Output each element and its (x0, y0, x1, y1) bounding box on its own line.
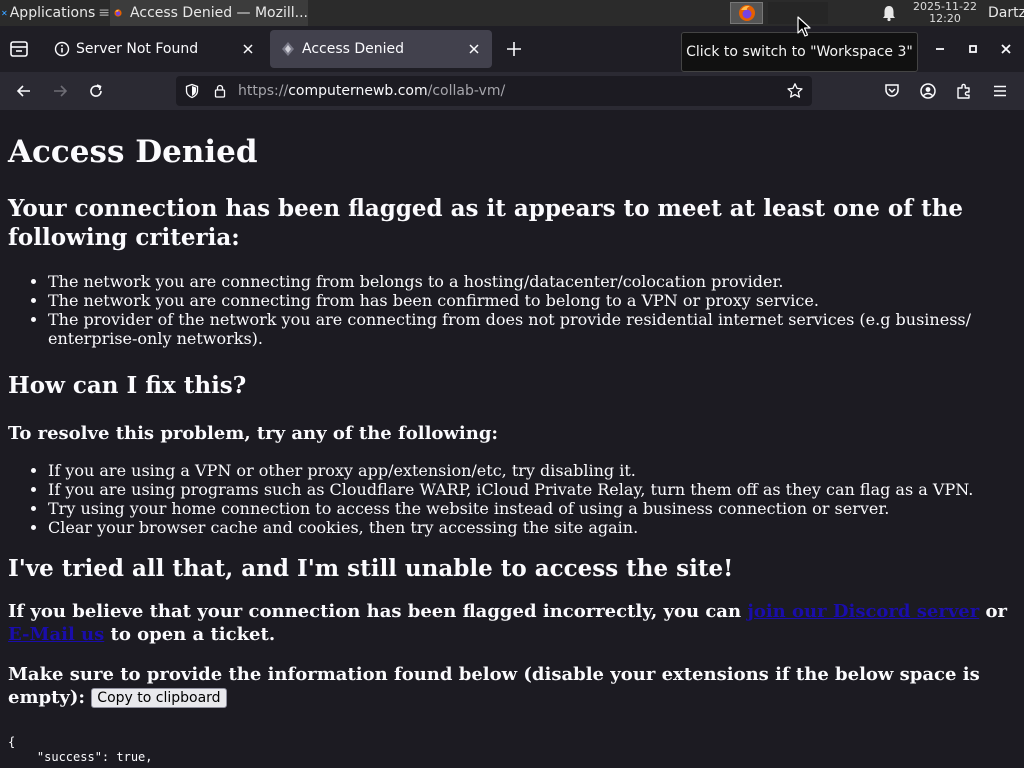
back-arrow-icon[interactable] (15, 82, 33, 100)
close-icon[interactable] (240, 41, 256, 57)
list-item: Clear your browser cache and cookies, th… (48, 518, 1016, 537)
list-item: If you are using programs such as Cloudf… (48, 480, 1016, 499)
notification-bell-icon[interactable] (880, 4, 898, 22)
extensions-puzzle-icon[interactable] (955, 82, 973, 100)
workspace-tooltip: Click to switch to "Workspace 3" (681, 32, 918, 72)
tracking-protection-shield-icon[interactable] (184, 83, 200, 99)
ticket-text: to open a ticket. (104, 624, 276, 645)
reload-icon[interactable] (87, 82, 105, 100)
list-item: The provider of the network you are conn… (48, 310, 1016, 348)
workspace-1-button[interactable] (730, 2, 763, 24)
mouse-cursor-icon (797, 16, 811, 37)
clock[interactable]: 2025-11-22 12:20 (908, 1, 982, 25)
page-title: Access Denied (8, 134, 258, 170)
firefox-view-icon[interactable] (8, 39, 30, 59)
fix-list: If you are using a VPN or other proxy ap… (48, 461, 1016, 537)
url-scheme: https:// (238, 83, 289, 99)
close-icon[interactable] (466, 41, 482, 57)
applications-label: Applications (9, 5, 96, 21)
tab-title: Server Not Found (76, 41, 199, 57)
connection-info-json: { "success": true, (8, 735, 153, 764)
list-item: If you are using a VPN or other proxy ap… (48, 461, 1016, 480)
taskbar-firefox-window[interactable]: Access Denied — Mozill... (110, 0, 308, 26)
tab-title: Access Denied (302, 41, 405, 57)
or-text: or (979, 601, 1007, 622)
provide-info-paragraph: Make sure to provide the information fou… (8, 663, 1016, 709)
new-tab-plus-icon[interactable] (504, 39, 524, 59)
list-item: Try using your home connection to access… (48, 499, 1016, 518)
hamburger-menu-icon[interactable] (991, 82, 1009, 100)
tried-heading: I've tried all that, and I'm still unabl… (8, 555, 734, 582)
account-icon[interactable] (919, 82, 937, 100)
favicon-icon (282, 42, 294, 56)
fix-heading: How can I fix this? (8, 372, 247, 399)
discord-link[interactable]: join our Discord server (747, 601, 979, 622)
resolve-heading: To resolve this problem, try any of the … (8, 423, 499, 444)
tab-server-not-found[interactable]: Server Not Found (44, 30, 266, 68)
bookmark-star-icon[interactable] (786, 82, 804, 100)
list-item: The network you are connecting from belo… (48, 272, 1016, 291)
flagged-incorrectly-paragraph: If you believe that your connection has … (8, 600, 1016, 646)
info-icon (54, 41, 70, 57)
lock-icon[interactable] (212, 83, 228, 99)
user-menu[interactable]: Dartz (988, 0, 1024, 26)
system-panel: Applications ≡ Access Denied — Mozill...… (0, 0, 1024, 26)
pocket-icon[interactable] (883, 82, 901, 100)
firefox-icon (114, 9, 122, 17)
criteria-list: The network you are connecting from belo… (48, 272, 1016, 348)
url-text[interactable]: https://computernewb.com/collab-vm/ (238, 76, 505, 106)
tab-access-denied[interactable]: Access Denied (270, 30, 492, 68)
xfce-logo-icon (2, 10, 7, 16)
url-bar[interactable]: https://computernewb.com/collab-vm/ (176, 76, 812, 106)
url-path: /collab-vm/ (427, 83, 506, 99)
firefox-icon (738, 5, 755, 21)
menu-divider-icon: ≡ (98, 5, 110, 21)
maximize-icon[interactable] (965, 41, 981, 57)
copy-to-clipboard-button[interactable]: Copy to clipboard (91, 688, 227, 708)
close-window-icon[interactable] (998, 41, 1014, 57)
forward-arrow-icon[interactable] (51, 82, 69, 100)
url-host: computernewb.com (288, 83, 428, 99)
criteria-heading: Your connection has been flagged as it a… (8, 195, 964, 251)
applications-menu[interactable]: Applications ≡ (0, 0, 110, 26)
clock-time: 12:20 (929, 12, 961, 25)
email-link[interactable]: E-Mail us (8, 624, 104, 645)
page-content: Access Denied Your connection has been f… (0, 110, 1024, 768)
taskbar-window-title: Access Denied — Mozill... (130, 5, 308, 21)
believe-text: If you believe that your connection has … (8, 601, 748, 622)
list-item: The network you are connecting from has … (48, 291, 1016, 310)
navigation-toolbar: https://computernewb.com/collab-vm/ (0, 72, 1024, 110)
minimize-icon[interactable] (932, 41, 948, 57)
